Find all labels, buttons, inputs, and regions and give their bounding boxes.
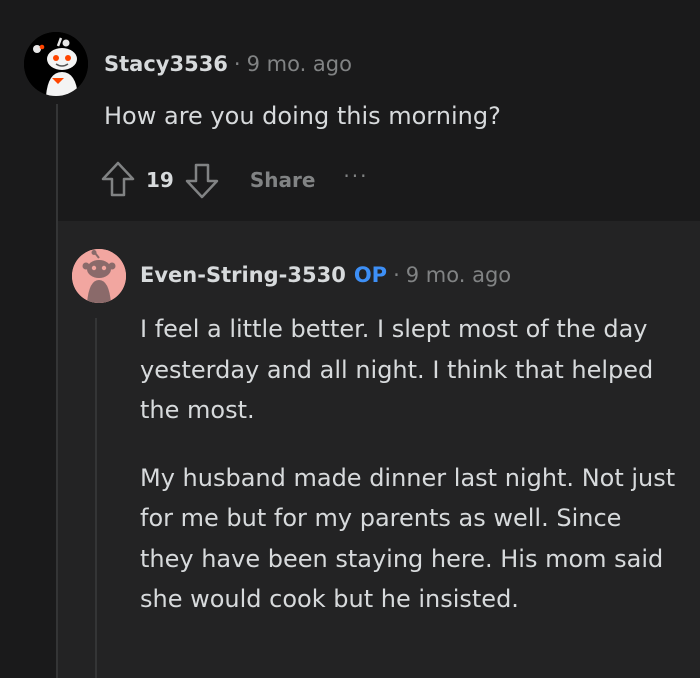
comment-actions: 19 Share ··· bbox=[100, 160, 369, 200]
op-badge: OP bbox=[353, 263, 388, 287]
snoo-avatar-icon bbox=[72, 249, 126, 303]
avatar[interactable] bbox=[24, 32, 88, 96]
reply-body: I feel a little better. I slept most of … bbox=[140, 309, 680, 647]
reply-timestamp[interactable]: 9 mo. ago bbox=[406, 263, 511, 287]
share-button[interactable]: Share bbox=[250, 168, 316, 192]
meta-separator: · bbox=[393, 263, 400, 287]
reply-thread-line[interactable] bbox=[95, 318, 97, 678]
reply-username[interactable]: Even-String-3530 bbox=[140, 263, 346, 287]
reply-paragraph: My husband made dinner last night. Not j… bbox=[140, 463, 676, 614]
snoo-avatar-icon bbox=[24, 32, 88, 96]
downvote-arrow-icon[interactable] bbox=[184, 160, 220, 200]
meta-separator: · bbox=[233, 52, 241, 76]
comment-meta: Stacy3536 · 9 mo. ago bbox=[104, 52, 352, 76]
comment-body: How are you doing this morning? bbox=[104, 102, 501, 130]
comment-timestamp[interactable]: 9 mo. ago bbox=[247, 52, 352, 76]
reply-paragraph: I feel a little better. I slept most of … bbox=[140, 315, 654, 424]
more-options-button[interactable]: ··· bbox=[343, 164, 368, 188]
reply-avatar[interactable] bbox=[72, 249, 126, 303]
comment-username[interactable]: Stacy3536 bbox=[104, 52, 228, 76]
reply-meta: Even-String-3530 OP · 9 mo. ago bbox=[140, 263, 511, 287]
vote-count: 19 bbox=[146, 168, 174, 192]
upvote-arrow-icon[interactable] bbox=[100, 160, 136, 200]
